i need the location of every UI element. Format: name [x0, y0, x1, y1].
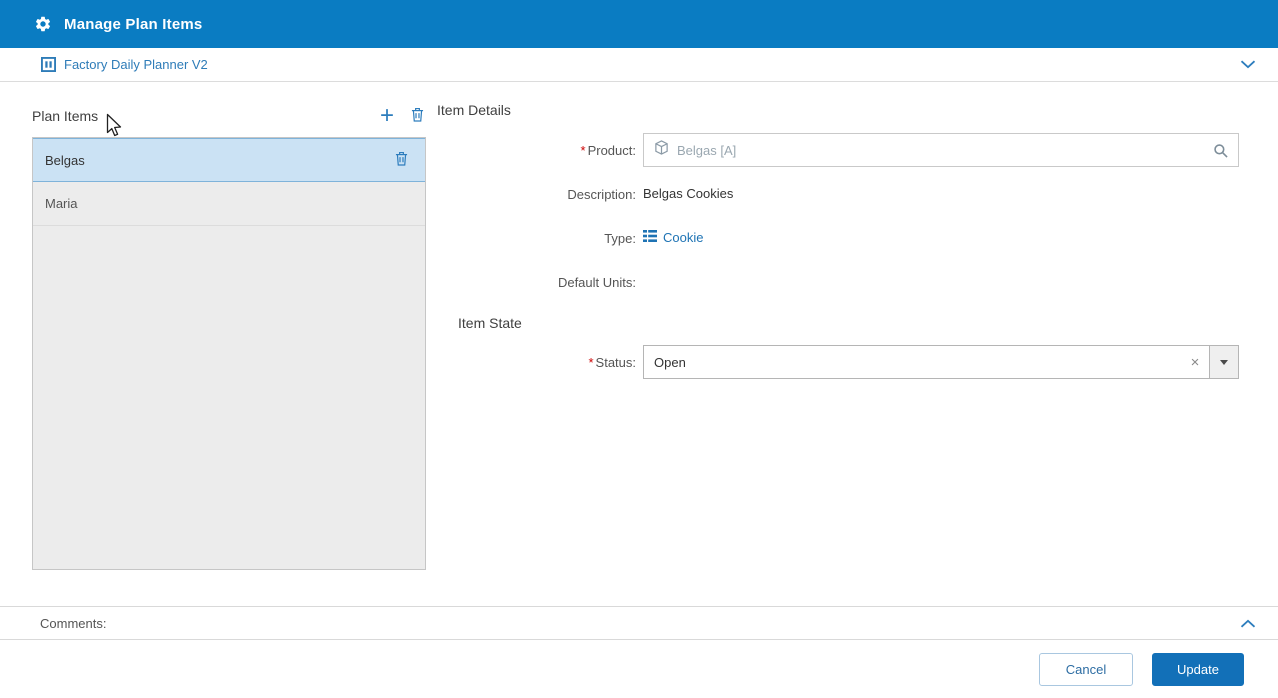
required-asterisk: * [588, 354, 594, 370]
list-item-label: Belgas [45, 152, 85, 168]
product-input[interactable]: Belgas [A] [643, 133, 1239, 167]
required-asterisk: * [580, 142, 586, 158]
list-item-label: Maria [45, 196, 78, 211]
delete-row-button[interactable] [393, 149, 410, 171]
product-icon [654, 140, 669, 160]
type-row: Type: Cookie [437, 221, 1246, 255]
plan-items-panel: Plan Items + Belgas Maria [32, 102, 426, 570]
product-value: Belgas [A] [677, 142, 737, 158]
default-units-label: Default Units: [557, 274, 636, 290]
status-label-text: Status: [595, 354, 636, 370]
type-label: Type: [604, 230, 636, 246]
dropdown-arrow-icon [1220, 359, 1228, 365]
product-row: * Product: Belgas [A] [437, 133, 1246, 167]
product-field: Belgas [A] [643, 133, 1239, 167]
product-label: * Product: [437, 143, 643, 158]
type-value: Cookie [663, 230, 704, 245]
list-item-maria[interactable]: Maria [33, 182, 425, 226]
plan-items-title: Plan Items [32, 108, 99, 124]
type-grid-icon [643, 230, 657, 245]
planner-icon [41, 57, 56, 72]
plan-items-header: Plan Items + [32, 102, 426, 130]
product-label-text: Product: [587, 142, 636, 158]
item-details-title: Item Details [437, 102, 511, 118]
type-link[interactable]: Cookie [643, 230, 703, 245]
page-title: Manage Plan Items [64, 15, 203, 33]
footer-bar: Cancel Update [0, 640, 1278, 698]
comments-label: Comments: [40, 615, 107, 631]
default-units-row: Default Units: [437, 265, 1246, 299]
status-row: * Status: Open × [437, 345, 1246, 379]
app-header: Manage Plan Items [0, 0, 1278, 48]
planner-name[interactable]: Factory Daily Planner V2 [64, 57, 208, 72]
planner-bar: Factory Daily Planner V2 [0, 48, 1278, 82]
update-button[interactable]: Update [1152, 652, 1244, 686]
item-details-panel: Item Details * Product: Belgas [A] Descri… [437, 102, 1246, 570]
item-state-title: Item State [458, 315, 522, 331]
trash-icon [411, 107, 424, 125]
clear-icon[interactable]: × [1181, 346, 1209, 378]
collapse-panel-button[interactable] [1236, 53, 1260, 76]
type-field: Cookie [643, 229, 1239, 247]
trash-icon [395, 151, 408, 169]
status-select[interactable]: Open × [643, 345, 1239, 379]
chevron-up-icon [1240, 616, 1256, 631]
cancel-button[interactable]: Cancel [1039, 652, 1133, 686]
status-label: * Status: [437, 355, 643, 370]
description-label: Description: [567, 186, 636, 202]
main-content: Plan Items + Belgas Maria Item Details *… [0, 82, 1278, 570]
list-item-belgas[interactable]: Belgas [33, 138, 425, 182]
search-icon[interactable] [1211, 141, 1230, 160]
plan-items-list: Belgas Maria [32, 137, 426, 570]
status-dropdown-button[interactable] [1209, 346, 1238, 378]
status-field: Open × [643, 345, 1239, 379]
status-value: Open [654, 354, 686, 370]
description-field: Belgas Cookies [643, 185, 1239, 203]
add-plan-item-button[interactable]: + [378, 104, 396, 128]
expand-comments-button[interactable] [1236, 612, 1260, 635]
description-row: Description: Belgas Cookies [437, 177, 1246, 211]
manage-gear-icon [34, 15, 52, 33]
description-value: Belgas Cookies [643, 186, 734, 201]
chevron-down-icon [1240, 57, 1256, 72]
delete-plan-item-button[interactable] [409, 105, 426, 127]
comments-section: Comments: [0, 606, 1278, 640]
